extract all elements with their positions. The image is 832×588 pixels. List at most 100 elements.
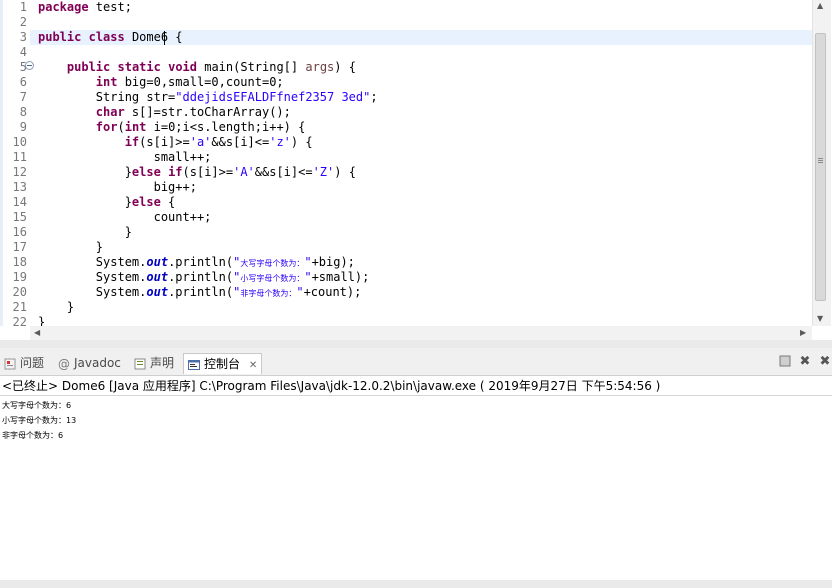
- code-token: count++;: [38, 210, 212, 224]
- line-number: 22: [12, 315, 27, 329]
- code-token: &&s[i]<=: [211, 135, 270, 149]
- code-line: if(s[i]>='a'&&s[i]<='z') {: [38, 135, 313, 150]
- scroll-up-icon[interactable]: ▲: [817, 1, 823, 11]
- code-line: small++;: [38, 150, 212, 165]
- code-token: big=0,small=0,count=0;: [117, 75, 284, 89]
- code-token: package: [38, 0, 89, 14]
- code-token: int: [95, 75, 118, 89]
- code-line: public class Dome6 {: [38, 30, 183, 45]
- code-token: }: [38, 225, 132, 239]
- code-line: package test;: [38, 0, 132, 15]
- tab-problems-label: 问题: [20, 356, 45, 370]
- line-number: 19: [12, 270, 27, 284]
- line-number: 16: [12, 225, 27, 239]
- tab-declaration-label: 声明: [150, 356, 175, 370]
- vertical-scroll-thumb[interactable]: [815, 33, 826, 301]
- code-token: ": [304, 255, 312, 269]
- code-token: +count);: [303, 285, 362, 299]
- code-editor[interactable]: 1 2 3 4 5 6 7 8 9 10 11 12 13 14 15 16 17 18 19 20 21 22 pack…: [0, 0, 832, 340]
- console-icon: [188, 359, 200, 370]
- tab-javadoc[interactable]: @ Javadoc: [58, 353, 121, 373]
- line-number: 8: [19, 105, 27, 119]
- console-output-area[interactable]: 大写字母个数为：6 小写字母个数为：13 非字母个数为：6: [0, 395, 832, 581]
- code-line: char s[]=str.toCharArray();: [38, 105, 291, 120]
- fold-toggle-icon[interactable]: [25, 61, 34, 70]
- line-number: 15: [12, 210, 27, 224]
- code-token: small++;: [38, 150, 212, 164]
- code-token: "ddejidsEFALDFfnef2357 3ed": [175, 90, 371, 104]
- code-token: big++;: [38, 180, 197, 194]
- code-token: args: [305, 60, 335, 74]
- code-line: System.out.println("小写字母个数为："+small);: [38, 270, 370, 285]
- bottom-status-bar: [0, 580, 832, 588]
- code-token: .println(: [168, 255, 234, 269]
- code-token: ) {: [334, 60, 356, 74]
- code-token: String str=: [38, 90, 176, 104]
- problems-icon: [4, 358, 16, 369]
- line-number: 21: [12, 300, 27, 314]
- code-token: ": [296, 285, 304, 299]
- code-token: 'Z': [312, 165, 335, 179]
- horizontal-scrollbar[interactable]: [30, 326, 812, 340]
- line-number: 12: [12, 165, 27, 179]
- bottom-view-tabbar: [0, 348, 832, 376]
- code-token: System.: [38, 255, 147, 269]
- tab-problems[interactable]: 问题: [4, 353, 44, 373]
- line-number: 6: [19, 75, 27, 89]
- code-token: out: [146, 255, 169, 269]
- line-number: 14: [12, 195, 27, 209]
- code-token: class: [88, 30, 125, 44]
- code-line: }else {: [38, 195, 176, 210]
- line-number: 17: [12, 240, 27, 254]
- line-number: 5: [19, 60, 27, 74]
- code-token: public: [38, 30, 82, 44]
- code-token: if: [124, 135, 140, 149]
- code-token: test;: [88, 0, 132, 14]
- line-number: 7: [19, 90, 27, 104]
- line-number: 13: [12, 180, 27, 194]
- grip-icon: [818, 158, 823, 159]
- scroll-left-icon[interactable]: ◀: [34, 328, 40, 338]
- view-separator[interactable]: [0, 340, 832, 348]
- line-number: 3: [19, 30, 27, 44]
- remove-launch-icon[interactable]: [778, 355, 792, 369]
- code-token: main(String[]: [197, 60, 306, 74]
- line-number: 20: [12, 285, 27, 299]
- line-number: 10: [12, 135, 27, 149]
- code-token: 大写字母个数为：: [240, 259, 305, 268]
- tab-console[interactable]: 控制台 ✕: [183, 353, 263, 374]
- code-token: }: [38, 195, 132, 209]
- tab-declaration[interactable]: 声明: [134, 353, 174, 373]
- line-number: 18: [12, 255, 27, 269]
- code-token: else: [131, 195, 161, 209]
- code-token: if: [168, 165, 183, 179]
- code-token: .println(: [168, 285, 234, 299]
- code-line: String str="ddejidsEFALDFfnef2357 3ed";: [38, 90, 378, 105]
- code-token: 'a': [189, 135, 212, 149]
- code-token: (: [117, 120, 125, 134]
- scroll-down-icon[interactable]: ▼: [817, 314, 823, 324]
- code-token: for: [95, 120, 118, 134]
- code-token: System.: [38, 270, 147, 284]
- code-token: 'z': [269, 135, 291, 149]
- code-token: (s[i]>=: [182, 165, 234, 179]
- scroll-right-icon[interactable]: ▶: [800, 328, 806, 338]
- minimize-icon[interactable]: ✖: [798, 355, 812, 369]
- close-icon[interactable]: ✕: [249, 360, 257, 371]
- line-number: 1: [19, 0, 27, 14]
- declaration-icon: [134, 358, 146, 369]
- code-token: {: [160, 195, 176, 209]
- code-token: &&s[i]<=: [254, 165, 313, 179]
- code-line: System.out.println("非字母个数为："+count);: [38, 285, 362, 300]
- text-cursor: [164, 31, 165, 45]
- code-token: out: [146, 270, 169, 284]
- maximize-icon[interactable]: ✖: [818, 355, 832, 369]
